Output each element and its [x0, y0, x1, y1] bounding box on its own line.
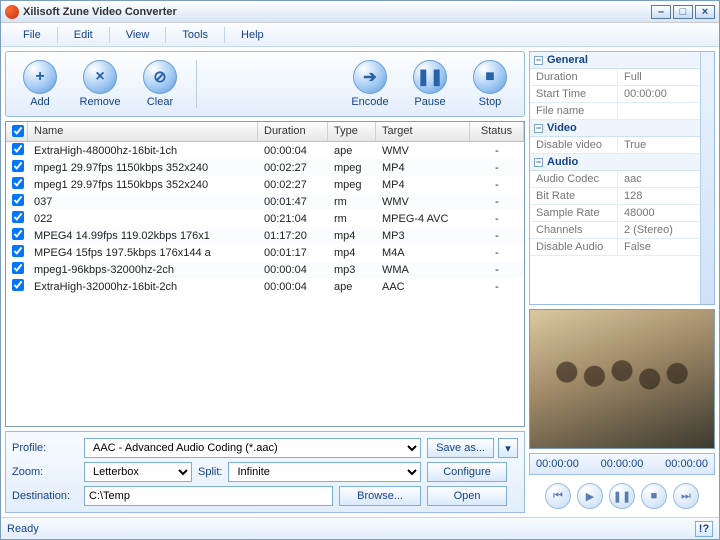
destination-input[interactable] — [84, 486, 333, 506]
collapse-icon: − — [534, 56, 543, 65]
save-as-button[interactable]: Save as... — [427, 438, 494, 458]
open-button[interactable]: Open — [427, 486, 507, 506]
encode-icon: ➔ — [353, 60, 387, 94]
menubar: File Edit View Tools Help — [1, 23, 719, 47]
add-icon: + — [23, 60, 57, 94]
prop-row[interactable]: Bit Rate128 — [530, 188, 714, 205]
row-checkbox[interactable] — [12, 279, 24, 291]
app-window: Xilisoft Zune Video Converter – □ × File… — [0, 0, 720, 540]
props-scrollbar[interactable] — [700, 52, 714, 304]
profile-select[interactable]: AAC - Advanced Audio Coding (*.aac) — [84, 438, 421, 458]
play-button[interactable]: ▶ — [577, 483, 603, 509]
status-text: Ready — [7, 523, 39, 535]
prop-group-audio[interactable]: −Audio — [530, 154, 714, 171]
time-start: 00:00:00 — [536, 458, 579, 470]
stop-button[interactable]: ■Stop — [462, 60, 518, 108]
table-row[interactable]: 03700:01:47rmWMV- — [6, 193, 524, 210]
encode-button[interactable]: ➔Encode — [342, 60, 398, 108]
remove-icon: × — [83, 60, 117, 94]
row-checkbox[interactable] — [12, 211, 24, 223]
col-duration[interactable]: Duration — [258, 122, 328, 141]
prop-row[interactable]: Disable videoTrue — [530, 137, 714, 154]
row-checkbox[interactable] — [12, 143, 24, 155]
time-current: 00:00:00 — [601, 458, 644, 470]
profile-label: Profile: — [12, 442, 78, 454]
table-row[interactable]: MPEG4 15fps 197.5kbps 176x144 a00:01:17m… — [6, 244, 524, 261]
table-row[interactable]: mpeg1 29.97fps 1150kbps 352x24000:02:27m… — [6, 159, 524, 176]
add-button[interactable]: +Add — [12, 60, 68, 108]
prop-group-general[interactable]: −General — [530, 52, 714, 69]
prop-row[interactable]: Start Time00:00:00 — [530, 86, 714, 103]
collapse-icon: − — [534, 124, 543, 133]
playback-controls: ⏮▶❚❚■⏭ — [529, 479, 715, 513]
table-row[interactable]: MPEG4 14.99fps 119.02kbps 176x101:17:20m… — [6, 227, 524, 244]
bottom-panel: Profile: AAC - Advanced Audio Coding (*.… — [5, 431, 525, 513]
clear-icon: ⊘ — [143, 60, 177, 94]
row-checkbox[interactable] — [12, 262, 24, 274]
prop-row[interactable]: Sample Rate48000 — [530, 205, 714, 222]
pause-icon: ❚❚ — [413, 60, 447, 94]
preview-pane — [529, 309, 715, 449]
col-target[interactable]: Target — [376, 122, 470, 141]
select-all-checkbox[interactable] — [12, 125, 24, 137]
prev-button[interactable]: ⏮ — [545, 483, 571, 509]
minimize-button[interactable]: – — [651, 5, 671, 19]
pause-button[interactable]: ❚❚Pause — [402, 60, 458, 108]
prop-row[interactable]: File name — [530, 103, 714, 120]
prop-row[interactable]: Disable AudioFalse — [530, 239, 714, 256]
next-button[interactable]: ⏭ — [673, 483, 699, 509]
zoom-label: Zoom: — [12, 466, 78, 478]
app-icon — [5, 5, 19, 19]
col-name[interactable]: Name — [28, 122, 258, 141]
browse-button[interactable]: Browse... — [339, 486, 421, 506]
split-label: Split: — [198, 466, 222, 478]
menu-file[interactable]: File — [9, 26, 55, 44]
table-row[interactable]: mpeg1-96kbps-32000hz-2ch00:00:04mp3WMA- — [6, 261, 524, 278]
zoom-select[interactable]: Letterbox — [84, 462, 192, 482]
file-list: Name Duration Type Target Status ExtraHi… — [5, 121, 525, 427]
row-checkbox[interactable] — [12, 245, 24, 257]
collapse-icon: − — [534, 158, 543, 167]
maximize-button[interactable]: □ — [673, 5, 693, 19]
row-checkbox[interactable] — [12, 228, 24, 240]
close-button[interactable]: × — [695, 5, 715, 19]
list-header: Name Duration Type Target Status — [6, 122, 524, 142]
table-row[interactable]: mpeg1 29.97fps 1150kbps 352x24000:02:27m… — [6, 176, 524, 193]
destination-label: Destination: — [12, 490, 78, 502]
stop-button[interactable]: ■ — [641, 483, 667, 509]
table-row[interactable]: ExtraHigh-48000hz-16bit-1ch00:00:04apeWM… — [6, 142, 524, 159]
table-row[interactable]: ExtraHigh-32000hz-16bit-2ch00:00:04apeAA… — [6, 278, 524, 295]
toolbar: +Add×Remove⊘Clear ➔Encode❚❚Pause■Stop — [5, 51, 525, 117]
menu-view[interactable]: View — [112, 26, 164, 44]
statusbar: Ready !? — [1, 517, 719, 539]
app-title: Xilisoft Zune Video Converter — [23, 6, 651, 18]
clear-button[interactable]: ⊘Clear — [132, 60, 188, 108]
row-checkbox[interactable] — [12, 160, 24, 172]
table-row[interactable]: 02200:21:04rmMPEG-4 AVC- — [6, 210, 524, 227]
time-end: 00:00:00 — [665, 458, 708, 470]
pause-button[interactable]: ❚❚ — [609, 483, 635, 509]
row-checkbox[interactable] — [12, 194, 24, 206]
prop-row[interactable]: Audio Codecaac — [530, 171, 714, 188]
split-select[interactable]: Infinite — [228, 462, 421, 482]
prop-row[interactable]: DurationFull — [530, 69, 714, 86]
col-type[interactable]: Type — [328, 122, 376, 141]
row-checkbox[interactable] — [12, 177, 24, 189]
prop-group-video[interactable]: −Video — [530, 120, 714, 137]
remove-button[interactable]: ×Remove — [72, 60, 128, 108]
properties-panel: −GeneralDurationFullStart Time00:00:00Fi… — [529, 51, 715, 305]
col-status[interactable]: Status — [470, 122, 524, 141]
save-as-menu-button[interactable]: ▾ — [498, 438, 518, 458]
menu-edit[interactable]: Edit — [60, 26, 107, 44]
timeline[interactable]: 00:00:00 00:00:00 00:00:00 — [529, 453, 715, 475]
configure-button[interactable]: Configure — [427, 462, 507, 482]
menu-help[interactable]: Help — [227, 26, 278, 44]
stop-icon: ■ — [473, 60, 507, 94]
menu-tools[interactable]: Tools — [168, 26, 222, 44]
titlebar: Xilisoft Zune Video Converter – □ × — [1, 1, 719, 23]
prop-row[interactable]: Channels2 (Stereo) — [530, 222, 714, 239]
help-button[interactable]: !? — [695, 521, 713, 537]
